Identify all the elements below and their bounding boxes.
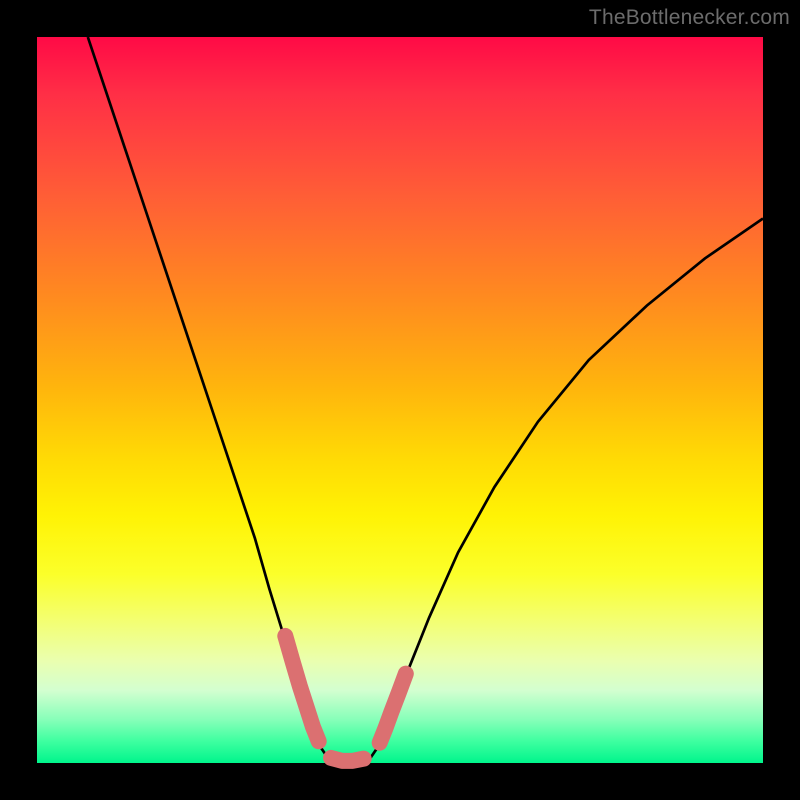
chart-svg [37,37,763,763]
series-bottleneck-curve [88,37,763,763]
series-marker-cluster-bottom [331,758,364,761]
chart-frame: TheBottlenecker.com [0,0,800,800]
plot-area [37,37,763,763]
series-marker-cluster-right [380,674,406,743]
watermark-text: TheBottlenecker.com [589,6,790,30]
series-marker-cluster-left [285,636,318,741]
